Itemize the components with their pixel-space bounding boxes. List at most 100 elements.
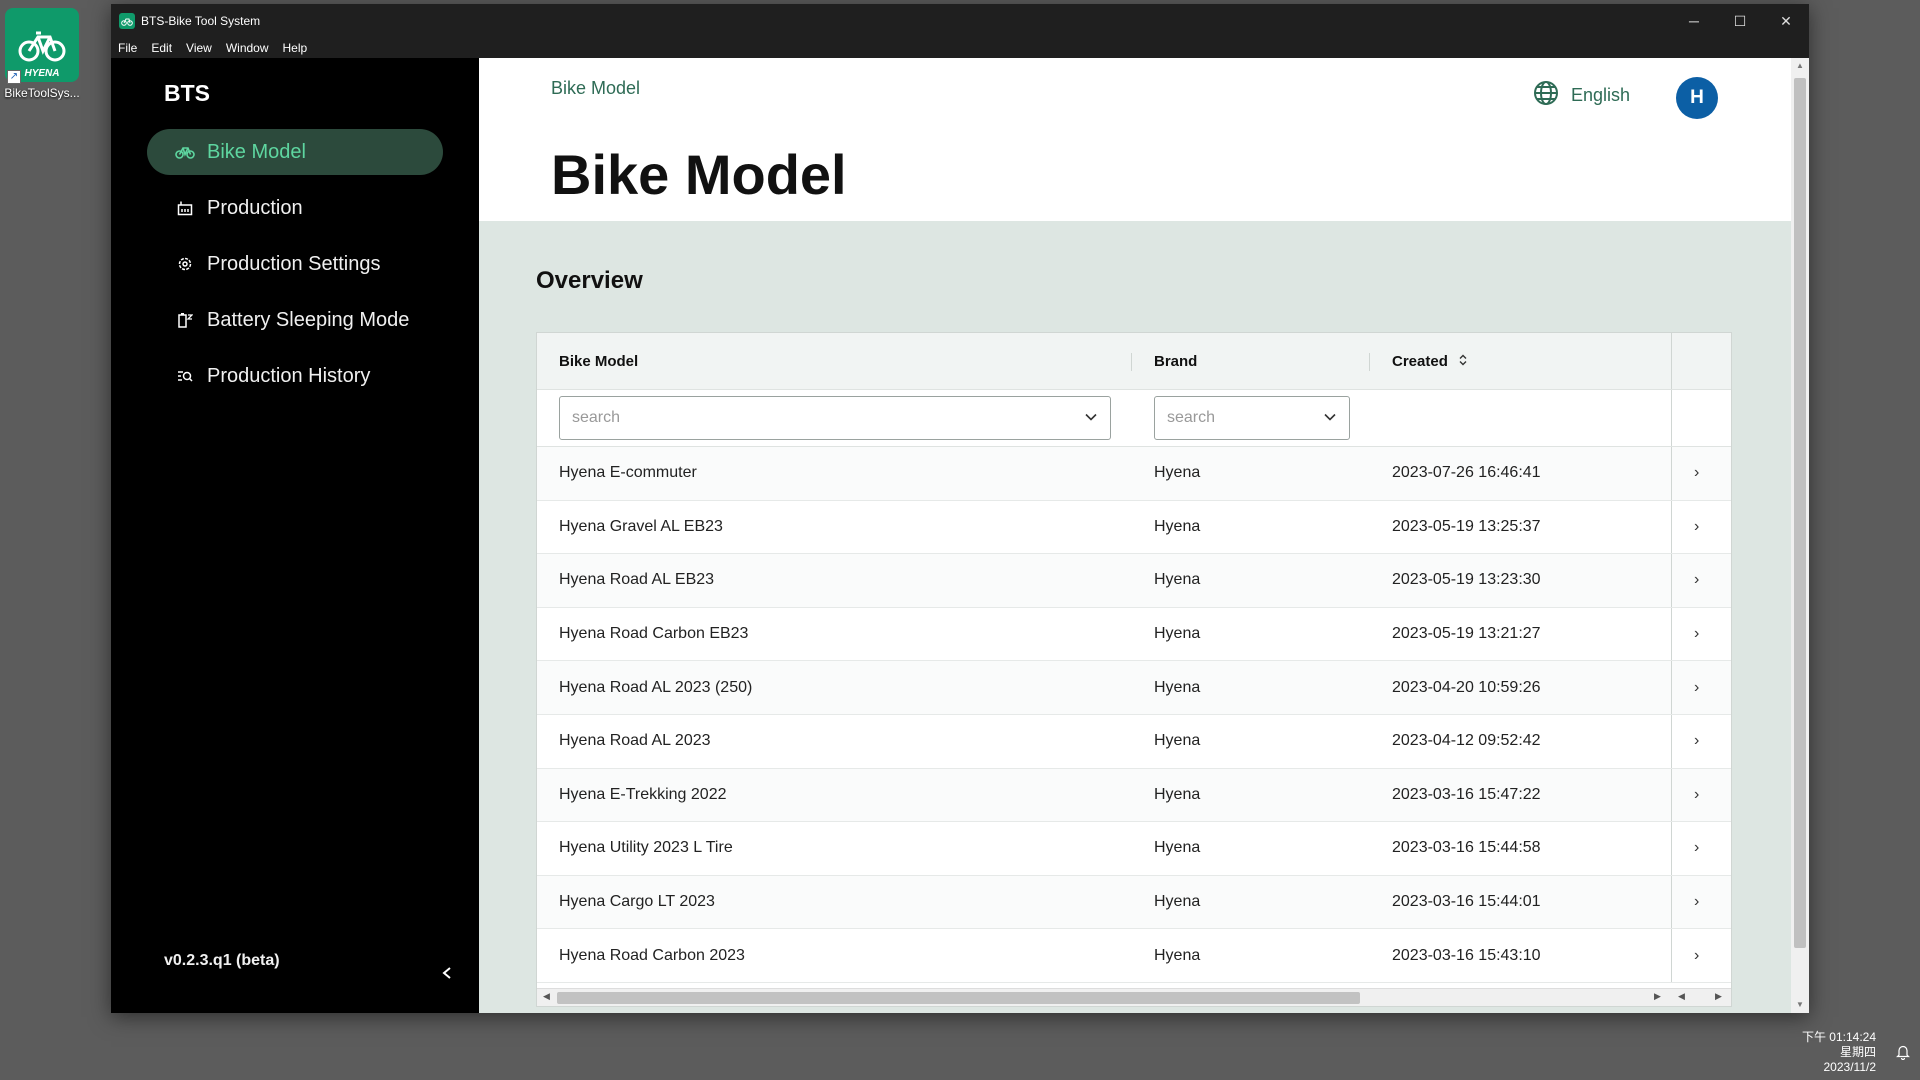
avatar[interactable]: H <box>1676 77 1718 119</box>
action-column-divider <box>1671 447 1672 500</box>
bike-model-table: Bike Model Brand Created search search H… <box>536 332 1732 1007</box>
brand-search-input[interactable]: search <box>1167 409 1215 427</box>
cell-brand: Hyena <box>1154 678 1201 696</box>
menu-edit[interactable]: Edit <box>151 41 172 55</box>
table-row[interactable]: Hyena Road AL EB23 Hyena 2023-05-19 13:2… <box>537 554 1731 608</box>
menu-window[interactable]: Window <box>226 41 269 55</box>
sidebar-item-production-settings[interactable]: Production Settings <box>147 241 443 287</box>
page-title: Bike Model <box>551 143 847 206</box>
table-row[interactable]: Hyena Road AL 2023 (250) Hyena 2023-04-2… <box>537 661 1731 715</box>
sidebar-item-label: Production <box>207 196 303 219</box>
cell-brand: Hyena <box>1154 785 1201 803</box>
bike-model-search-select[interactable]: search <box>559 396 1111 440</box>
menu-view[interactable]: View <box>186 41 212 55</box>
column-header-bike-model: Bike Model <box>559 352 639 370</box>
menu-bar: File Edit View Window Help <box>111 38 1809 58</box>
menu-file[interactable]: File <box>118 41 137 55</box>
chevron-down-icon[interactable] <box>1084 409 1098 427</box>
chevron-right-icon[interactable]: › <box>1694 464 1699 482</box>
scroll-left-icon[interactable]: ◀ <box>1678 991 1685 1002</box>
menu-help[interactable]: Help <box>283 41 308 55</box>
action-column-divider <box>1671 390 1672 446</box>
sidebar-item-bike-model[interactable]: Bike Model <box>147 129 443 175</box>
horizontal-scroll-thumb[interactable] <box>557 992 1360 1004</box>
column-header-created-label: Created <box>1392 352 1448 370</box>
cell-created: 2023-04-12 09:52:42 <box>1392 732 1541 750</box>
table-row[interactable]: Hyena Cargo LT 2023 Hyena 2023-03-16 15:… <box>537 875 1731 930</box>
table-row[interactable]: Hyena Gravel AL EB23 Hyena 2023-05-19 13… <box>537 500 1731 555</box>
scroll-right-icon[interactable]: ▶ <box>1654 991 1661 1002</box>
column-divider[interactable] <box>1369 353 1370 371</box>
breadcrumb[interactable]: Bike Model <box>551 78 640 99</box>
language-selector[interactable]: English <box>1533 80 1630 111</box>
cell-created: 2023-03-16 15:44:58 <box>1392 839 1541 857</box>
language-label: English <box>1571 85 1631 105</box>
horizontal-scrollbar[interactable]: ◀ ▶ ◀ ▶ <box>537 988 1731 1006</box>
sidebar-nav: Bike Model Production Production Setting… <box>147 129 443 409</box>
title-bar: BTS-Bike Tool System ─ ☐ ✕ <box>111 4 1809 38</box>
chevron-down-icon[interactable] <box>1323 409 1337 427</box>
sidebar-item-production-history[interactable]: Production History <box>147 353 443 399</box>
chevron-right-icon[interactable]: › <box>1694 571 1699 589</box>
table-row[interactable]: Hyena E-commuter Hyena 2023-07-26 16:46:… <box>537 447 1731 501</box>
cell-created: 2023-07-26 16:46:41 <box>1392 464 1541 482</box>
cell-created: 2023-03-16 15:47:22 <box>1392 785 1541 803</box>
vertical-scrollbar[interactable]: ▲ ▼ <box>1791 58 1809 1013</box>
scroll-down-icon[interactable]: ▼ <box>1791 997 1809 1013</box>
shortcut-label: BikeToolSys... <box>4 86 80 100</box>
chevron-right-icon[interactable]: › <box>1694 679 1699 697</box>
table-row[interactable]: Hyena Road Carbon EB23 Hyena 2023-05-19 … <box>537 607 1731 662</box>
sidebar-item-label: Production History <box>207 364 371 387</box>
chevron-right-icon[interactable]: › <box>1694 839 1699 857</box>
chevron-right-icon[interactable]: › <box>1694 518 1699 536</box>
cell-created: 2023-05-19 13:25:37 <box>1392 517 1541 535</box>
scroll-right-icon[interactable]: ▶ <box>1715 991 1722 1002</box>
chevron-right-icon[interactable]: › <box>1694 786 1699 804</box>
sidebar-item-label: Production Settings <box>207 252 381 275</box>
cell-bike-model: Hyena Cargo LT 2023 <box>559 893 715 911</box>
vertical-scroll-thumb[interactable] <box>1794 78 1806 948</box>
chevron-right-icon[interactable]: › <box>1694 893 1699 911</box>
collapse-sidebar-icon[interactable] <box>441 964 453 985</box>
table-row[interactable]: Hyena Utility 2023 L Tire Hyena 2023-03-… <box>537 822 1731 876</box>
bike-model-search-input[interactable]: search <box>572 409 620 427</box>
cell-brand: Hyena <box>1154 625 1201 643</box>
table-row[interactable]: Hyena Road Carbon 2023 Hyena 2023-03-16 … <box>537 929 1731 983</box>
table-row[interactable]: Hyena E-Trekking 2022 Hyena 2023-03-16 1… <box>537 768 1731 823</box>
desktop-shortcut[interactable]: HYENA ↗ BikeToolSys... <box>3 8 81 100</box>
sidebar-item-production[interactable]: Production <box>147 185 443 231</box>
action-column-divider <box>1671 554 1672 607</box>
sidebar-item-battery-sleeping-mode[interactable]: Battery Sleeping Mode <box>147 297 443 343</box>
action-column-divider <box>1671 822 1672 875</box>
close-icon[interactable]: ✕ <box>1763 4 1809 38</box>
table-body: Hyena E-commuter Hyena 2023-07-26 16:46:… <box>537 447 1731 983</box>
maximize-icon[interactable]: ☐ <box>1717 4 1763 38</box>
chevron-right-icon[interactable]: › <box>1694 947 1699 965</box>
action-column-divider <box>1671 500 1672 554</box>
cell-bike-model: Hyena Road AL 2023 (250) <box>559 678 753 696</box>
sort-icon[interactable] <box>1458 353 1468 370</box>
action-column-divider <box>1671 333 1672 389</box>
cell-created: 2023-05-19 13:21:27 <box>1392 625 1541 643</box>
sidebar-item-label: Bike Model <box>207 140 306 163</box>
column-header-created[interactable]: Created <box>1392 353 1468 370</box>
main-content: Bike Model Bike Model English H Overview… <box>479 58 1809 1013</box>
bike-icon <box>175 142 195 162</box>
scroll-up-icon[interactable]: ▲ <box>1791 58 1809 74</box>
table-row[interactable]: Hyena Road AL 2023 Hyena 2023-04-12 09:5… <box>537 714 1731 769</box>
cell-brand: Hyena <box>1154 893 1201 911</box>
column-divider[interactable] <box>1131 353 1132 371</box>
chevron-right-icon[interactable]: › <box>1694 732 1699 750</box>
scroll-left-icon[interactable]: ◀ <box>543 991 550 1002</box>
filter-row: search search <box>537 390 1731 447</box>
clock[interactable]: 下午 01:14:24 星期四 2023/11/2 <box>1802 1030 1876 1075</box>
cell-bike-model: Hyena Gravel AL EB23 <box>559 517 723 535</box>
cell-brand: Hyena <box>1154 571 1201 589</box>
cell-created: 2023-03-16 15:43:10 <box>1392 946 1541 964</box>
brand-search-select[interactable]: search <box>1154 396 1350 440</box>
notification-bell-icon[interactable] <box>1896 1044 1910 1064</box>
minimize-icon[interactable]: ─ <box>1671 4 1717 38</box>
chevron-right-icon[interactable]: › <box>1694 625 1699 643</box>
cell-bike-model: Hyena Road AL 2023 <box>559 732 711 750</box>
cell-brand: Hyena <box>1154 517 1201 535</box>
